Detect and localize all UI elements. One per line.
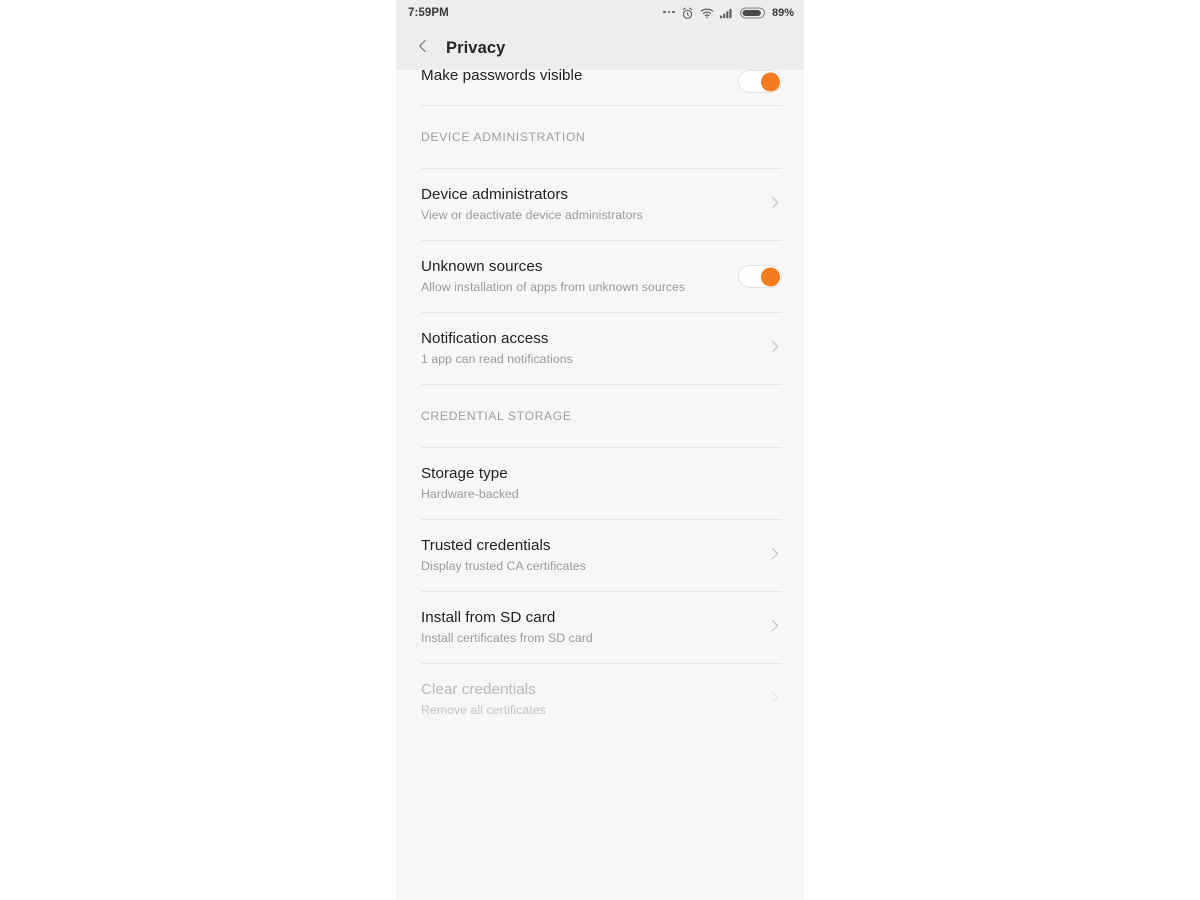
unknown-sources-toggle[interactable]: [738, 265, 782, 288]
app-bar: Privacy: [396, 26, 804, 70]
settings-list: Make passwords visible DEVICE ADMINISTRA…: [396, 67, 804, 775]
list-item-title: Install from SD card: [421, 609, 556, 627]
alarm-icon: [681, 7, 694, 20]
row-text: Device administrators View or deactivate…: [421, 185, 757, 223]
signal-icon: [719, 7, 734, 19]
status-bar-clock: 7:59PM: [408, 7, 449, 19]
make-passwords-visible-toggle[interactable]: [738, 70, 782, 93]
row-text: Make passwords visible: [421, 67, 728, 85]
row-text: Storage type Hardware-backed: [421, 464, 782, 502]
list-item-subtitle: Install certificates from SD card: [421, 630, 593, 645]
list-item-title: Device administrators: [421, 186, 569, 204]
list-item-device-administrators[interactable]: Device administrators View or deactivate…: [396, 169, 804, 240]
list-item-clear-credentials: Clear credentials Remove all certificate…: [396, 664, 804, 735]
page-title: Privacy: [446, 38, 506, 57]
list-item-title: Clear credentials: [421, 681, 536, 699]
chevron-right-icon: [767, 618, 782, 638]
row-text: Install from SD card Install certificate…: [421, 608, 757, 646]
chevron-right-icon: [767, 339, 782, 359]
screenshot-canvas: 7:59PM 89% Privacy Make passwords visibl…: [0, 0, 1200, 900]
chevron-right-icon: [767, 195, 782, 215]
list-item-make-passwords-visible[interactable]: Make passwords visible: [396, 67, 804, 105]
list-item-title: Make passwords visible: [421, 67, 583, 84]
list-item-subtitle: Display trusted CA certificates: [421, 558, 586, 573]
chevron-right-icon: [767, 546, 782, 566]
list-item-title: Storage type: [421, 465, 508, 483]
row-text: Clear credentials Remove all certificate…: [421, 680, 757, 718]
row-text: Trusted credentials Display trusted CA c…: [421, 536, 757, 574]
status-bar: 7:59PM 89%: [396, 0, 804, 26]
wifi-icon: [700, 7, 714, 19]
phone-screen: 7:59PM 89% Privacy Make passwords visibl…: [396, 0, 804, 900]
list-item-install-from-sd-card[interactable]: Install from SD card Install certificate…: [396, 592, 804, 663]
status-bar-icons: 89%: [663, 7, 794, 20]
list-item-subtitle: 1 app can read notifications: [421, 351, 573, 366]
chevron-left-icon: [415, 38, 431, 59]
list-item-storage-type[interactable]: Storage type Hardware-backed: [396, 448, 804, 519]
back-button[interactable]: [410, 35, 436, 61]
list-item-title: Trusted credentials: [421, 537, 551, 555]
chevron-right-icon: [767, 690, 782, 710]
toggle-knob: [761, 72, 780, 91]
row-text: Notification access 1 app can read notif…: [421, 329, 757, 367]
list-item-notification-access[interactable]: Notification access 1 app can read notif…: [396, 313, 804, 384]
list-item-title: Notification access: [421, 330, 549, 348]
list-item-unknown-sources[interactable]: Unknown sources Allow installation of ap…: [396, 241, 804, 312]
section-header-credential-storage: CREDENTIAL STORAGE: [421, 409, 572, 423]
battery-percent-label: 89%: [771, 7, 794, 19]
battery-icon: [739, 7, 765, 19]
list-item-title: Unknown sources: [421, 258, 543, 276]
list-item-trusted-credentials[interactable]: Trusted credentials Display trusted CA c…: [396, 520, 804, 591]
section-header-device-administration: DEVICE ADMINISTRATION: [421, 130, 586, 144]
list-item-subtitle: Allow installation of apps from unknown …: [421, 279, 686, 294]
row-text: Unknown sources Allow installation of ap…: [421, 257, 728, 295]
list-item-subtitle: View or deactivate device administrators: [421, 207, 643, 222]
more-dots-icon: [663, 10, 675, 16]
toggle-knob: [761, 267, 780, 286]
list-item-subtitle: Remove all certificates: [421, 702, 546, 717]
list-item-subtitle: Hardware-backed: [421, 486, 519, 501]
